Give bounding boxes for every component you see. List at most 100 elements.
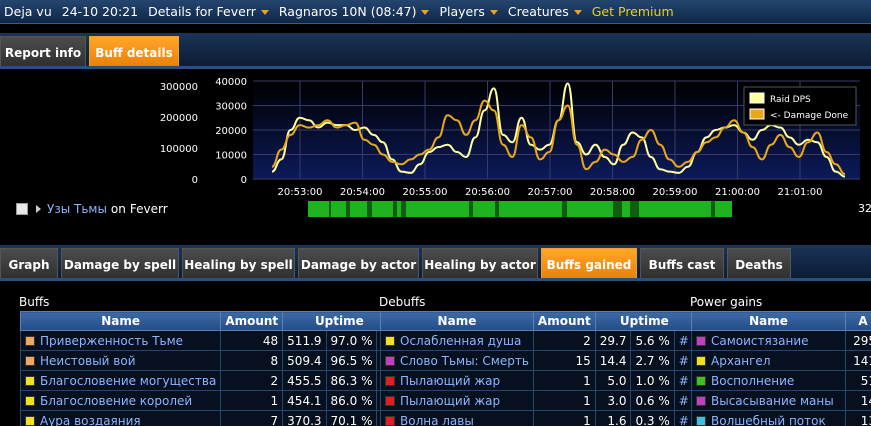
row-name-cell[interactable]: Пылающий жар — [380, 370, 534, 391]
nav-fight-dropdown[interactable]: Ragnaros 10N (08:47) — [279, 4, 430, 19]
nav-players-dropdown[interactable]: Players — [439, 4, 497, 19]
row-name[interactable]: Высасывание маны — [711, 394, 834, 408]
row-name[interactable]: Неистовый вой — [40, 354, 136, 368]
row-name[interactable]: Аура воздаяния — [40, 414, 141, 426]
table-row: Пылающий жар 1 3.0 0.6 % # — [380, 390, 694, 411]
row-amount: 13 — [845, 410, 871, 426]
row-amount: 1 — [532, 410, 596, 426]
table-row: Неистовый вой8509.496.5 %# — [19, 350, 397, 371]
buffs-col-amount[interactable]: Amount — [220, 311, 284, 331]
power-col-amount[interactable]: A — [845, 311, 871, 331]
spell-count-value: 32 — [858, 202, 871, 215]
row-name[interactable]: Благословение могущества — [40, 374, 216, 388]
row-name[interactable]: Благословение королей — [40, 394, 192, 408]
y-left-tick-label: 200000 — [160, 113, 198, 124]
row-name[interactable]: Пылающий жар — [400, 374, 500, 388]
table-row: Волна лавы 1 1.6 0.3 % # — [380, 410, 694, 426]
tab-damage-by-actor[interactable]: Damage by actor — [298, 248, 419, 281]
row-name-cell[interactable]: Волна лавы — [380, 410, 534, 426]
tab-buffs-cast[interactable]: Buffs cast — [640, 248, 724, 281]
row-time: 509.4 — [282, 350, 327, 371]
row-name-cell[interactable]: Неистовый вой — [19, 350, 222, 371]
nav-details-dropdown[interactable]: Details for Feverr — [148, 4, 269, 19]
tab-buffs-gained[interactable]: Buffs gained — [541, 248, 637, 281]
spell-color-swatch-icon — [696, 335, 706, 346]
table-row: Благословение королей1454.186.0 %# — [19, 390, 397, 411]
uptime-segment — [473, 201, 495, 217]
spell-color-swatch-icon — [25, 395, 35, 406]
tab-healing-by-spell[interactable]: Healing by spell — [182, 248, 295, 281]
tab-deaths[interactable]: Deaths — [727, 248, 791, 281]
row-name-cell[interactable]: Высасывание маны — [691, 390, 846, 411]
row-name-cell[interactable]: Благословение могущества — [19, 370, 222, 391]
row-name-cell[interactable]: Приверженность Тьме — [19, 330, 222, 351]
row-name-cell[interactable]: Самоистязание — [691, 330, 846, 351]
buffs-col-name[interactable]: Name — [19, 311, 222, 331]
row-name-cell[interactable]: Аура воздаяния — [19, 410, 222, 426]
row-pct: 5.6 % — [630, 330, 675, 351]
tab-healing-by-actor[interactable]: Healing by actor — [422, 248, 538, 281]
row-name-cell[interactable]: Пылающий жар — [380, 390, 534, 411]
spell-color-swatch-icon — [385, 375, 395, 386]
row-time: 370.3 — [282, 410, 327, 426]
damage-chart-svg: 4000030000200001000003000002000001000000… — [160, 77, 860, 198]
row-amount: 15 — [532, 350, 596, 371]
uptime-segment — [621, 201, 631, 217]
spell-checkbox[interactable] — [16, 203, 28, 215]
row-name[interactable]: Слово Тьмы: Смерть — [400, 354, 529, 368]
tab-damage-by-spell[interactable]: Damage by spell — [61, 248, 179, 281]
row-name-cell[interactable]: Благословение королей — [19, 390, 222, 411]
x-tick-label: 21:01:00 — [778, 187, 823, 198]
y-right-tick-label: 40000 — [215, 77, 247, 88]
row-name[interactable]: Восполнение — [711, 374, 794, 388]
nav-get-premium-link[interactable]: Get Premium — [592, 4, 674, 19]
row-name[interactable]: Волшебный поток — [711, 414, 826, 426]
row-name-cell[interactable]: Архангел — [691, 350, 846, 371]
row-name[interactable]: Приверженность Тьме — [40, 334, 183, 348]
row-amount: 1 — [532, 370, 596, 391]
spell-link[interactable]: Узы Тьмы — [47, 202, 107, 216]
legend-label: <- Damage Done — [770, 111, 849, 121]
row-time: 454.1 — [282, 390, 327, 411]
row-name-cell[interactable]: Восполнение — [691, 370, 846, 391]
uptime-segment — [498, 201, 563, 217]
row-name[interactable]: Волна лавы — [400, 414, 474, 426]
spell-color-swatch-icon — [385, 395, 395, 406]
tab-buff-details[interactable]: Buff details — [89, 36, 179, 69]
debuffs-col-uptime[interactable]: Uptime — [594, 311, 694, 331]
x-tick-label: 20:57:00 — [528, 187, 573, 198]
row-amount: 14 — [845, 390, 871, 411]
uptime-segment — [638, 201, 711, 217]
nav-creatures-dropdown[interactable]: Creatures — [508, 4, 582, 19]
x-tick-label: 20:54:00 — [340, 187, 385, 198]
row-name-cell[interactable]: Волшебный поток — [691, 410, 846, 426]
debuffs-col-name[interactable]: Name — [380, 311, 534, 331]
row-name[interactable]: Ослабленная душа — [400, 334, 521, 348]
x-tick-label: 20:55:00 — [403, 187, 448, 198]
row-amount: 48 — [220, 330, 284, 351]
row-name-cell[interactable]: Ослабленная душа — [380, 330, 534, 351]
power-col-name[interactable]: Name — [691, 311, 846, 331]
power-gains-title: Power gains — [690, 295, 763, 309]
row-time: 455.5 — [282, 370, 327, 391]
x-tick-label: 21:00:00 — [715, 187, 760, 198]
tab-report-info[interactable]: Report info — [0, 36, 86, 69]
y-left-tick-label: 100000 — [160, 144, 198, 155]
row-pct: 2.7 % — [630, 350, 675, 371]
row-name[interactable]: Пылающий жар — [400, 394, 500, 408]
row-pct: 0.3 % — [630, 410, 675, 426]
debuffs-title: Debuffs — [379, 295, 426, 309]
row-name[interactable]: Самоистязание — [711, 334, 809, 348]
row-pct: 1.0 % — [630, 370, 675, 391]
uptime-segment — [350, 201, 368, 217]
nav-date[interactable]: 24-10 20:21 — [62, 4, 138, 19]
row-name[interactable]: Архангел — [711, 354, 770, 368]
x-tick-label: 20:59:00 — [653, 187, 698, 198]
nav-guild[interactable]: Deja vu — [4, 4, 52, 19]
debuffs-col-amount[interactable]: Amount — [532, 311, 596, 331]
tab-graph[interactable]: Graph — [0, 248, 58, 281]
row-time: 1.6 — [594, 410, 632, 426]
legend-swatch — [749, 92, 765, 104]
row-name-cell[interactable]: Слово Тьмы: Смерть — [380, 350, 534, 371]
expand-triangle-icon[interactable] — [36, 205, 41, 213]
